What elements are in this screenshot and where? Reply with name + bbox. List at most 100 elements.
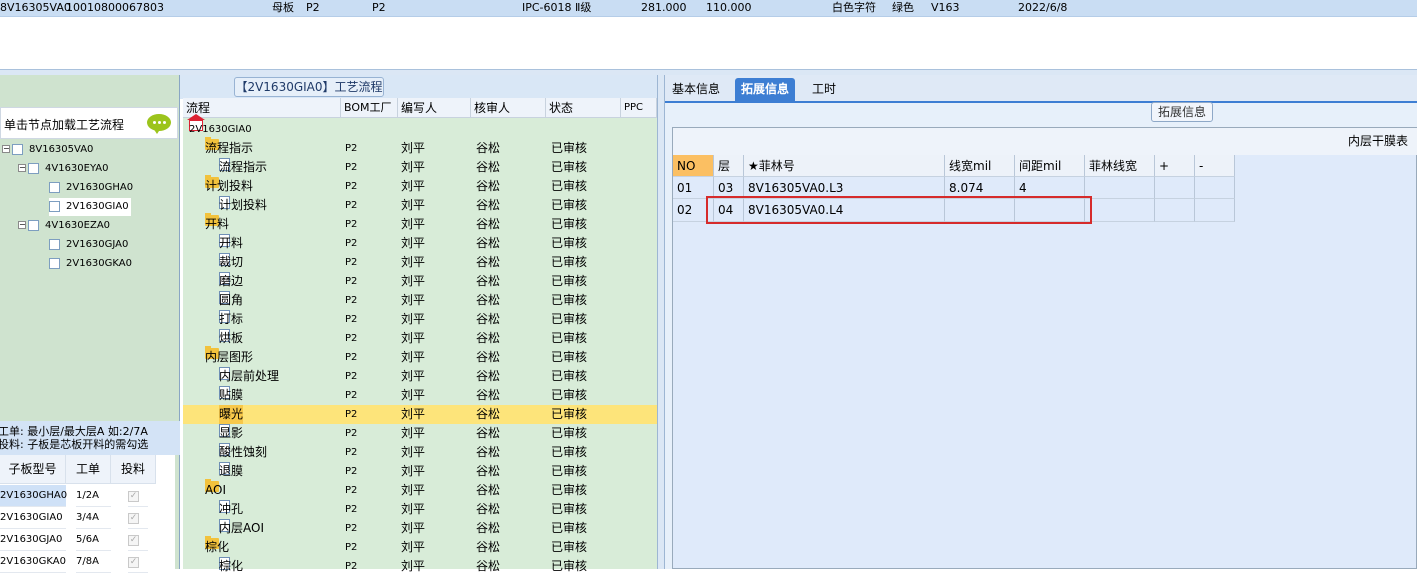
writer-cell: 刘平 [401,312,426,326]
column-header[interactable]: 工单 [66,455,111,484]
column-header[interactable]: 编写人 [398,98,471,118]
status-cell: 已审核 [551,521,588,535]
writer-cell: 刘平 [401,426,426,440]
flow-step-row[interactable]: 流程指示 P2 刘平 谷松 已审核 [183,158,657,177]
checkbox-icon[interactable] [12,143,23,155]
sub-feed-checkbox[interactable]: ✓ [128,551,148,573]
checkbox-icon[interactable] [49,257,60,269]
tab-extended-info[interactable]: 拓展信息 [735,78,796,102]
flow-step-row[interactable]: 裁切 P2 刘平 谷松 已审核 [183,253,657,272]
film-width-cell[interactable] [1085,177,1155,199]
column-header[interactable]: 子板型号 [0,455,66,484]
writer-cell: 刘平 [401,388,426,402]
load-flow-hint[interactable]: 单击节点加载工艺流程 [0,107,178,139]
flow-group-row[interactable]: −棕化P2刘平谷松已审核 [183,536,657,557]
column-header[interactable]: BOM工厂 [341,98,398,118]
writer-cell: 刘平 [401,141,426,155]
bom-cell: P2 [345,181,358,192]
column-header-layer[interactable]: 层 [714,155,744,177]
tree-node[interactable]: 2V1630GKA0 [49,255,132,273]
flow-group-row[interactable]: −AOIP2刘平谷松已审核 [183,479,657,500]
plus-cell[interactable] [1155,199,1195,222]
flow-step-name: 冲孔 [219,502,244,516]
flow-step-row[interactable]: 计划投料 P2 刘平 谷松 已审核 [183,196,657,215]
minus-cell[interactable] [1195,199,1235,222]
column-header[interactable]: 状态 [546,98,621,118]
add-column-button[interactable]: + [1155,155,1195,177]
top-data-row[interactable]: 8V16305VA0 10010800067803 母板 P2 P2 IPC-6… [0,0,1417,17]
sub-model-cell[interactable]: 2V1630GHA0 [0,485,67,507]
column-header-no[interactable]: NO [673,155,714,177]
writer-cell: 刘平 [401,502,426,516]
highlight-annotation-box [706,196,1092,224]
reviewer-cell: 谷松 [476,502,501,516]
vertical-splitter[interactable] [657,75,665,569]
film-width-cell[interactable] [1085,199,1155,222]
sub-feed-checkbox[interactable]: ✓ [128,485,148,507]
sub-order-cell[interactable]: 3/4A [76,507,111,529]
flow-step-row[interactable]: 烘板 P2 刘平 谷松 已审核 [183,329,657,348]
collapse-icon[interactable]: − [18,221,26,229]
status-cell: 已审核 [551,426,588,440]
checkbox-icon[interactable] [49,181,60,193]
flow-step-name: AOI [205,483,226,497]
sub-model-cell[interactable]: 2V1630GJA0 [0,529,66,551]
column-header[interactable]: 核审人 [471,98,546,118]
remove-column-button[interactable]: - [1195,155,1235,177]
top-cell: 281.000 [641,1,687,14]
sub-model-cell[interactable]: 2V1630GKA0 [0,551,66,573]
tab-work-hours[interactable]: 工时 [806,78,842,102]
flow-step-row[interactable]: 显影 P2 刘平 谷松 已审核 [183,424,657,443]
checkbox-icon[interactable] [28,162,39,174]
plus-cell[interactable] [1155,177,1195,199]
reviewer-cell: 谷松 [476,483,501,497]
tab-basic-info[interactable]: 基本信息 [666,78,726,102]
flow-step-name: 计划投料 [219,198,268,212]
flow-step-row[interactable]: 冲孔 P2 刘平 谷松 已审核 [183,500,657,519]
flow-step-row[interactable]: 磨边 P2 刘平 谷松 已审核 [183,272,657,291]
sub-order-cell[interactable]: 7/8A [76,551,111,573]
flow-group-row[interactable]: −计划投料P2刘平谷松已审核 [183,175,657,196]
checkbox-icon[interactable] [28,219,39,231]
collapse-icon[interactable]: − [2,145,10,153]
sub-order-cell[interactable]: 1/2A [76,485,111,507]
tree-node[interactable]: 2V1630GJA0 [49,236,128,254]
column-header-width[interactable]: 线宽mil [945,155,1015,177]
checkbox-icon[interactable] [49,238,60,250]
column-header-spacing[interactable]: 间距mil [1015,155,1085,177]
flow-step-row[interactable]: 酸性蚀刻 P2 刘平 谷松 已审核 [183,443,657,462]
column-header-film[interactable]: ★菲林号 [744,155,945,177]
tree-node[interactable]: −4V1630EZA0 [18,217,110,235]
flow-step-row[interactable]: 贴膜 P2 刘平 谷松 已审核 [183,386,657,405]
column-header[interactable]: 投料 [111,455,156,484]
tree-node[interactable]: 2V1630GHA0 [49,179,133,197]
flow-step-row[interactable]: 退膜 P2 刘平 谷松 已审核 [183,462,657,481]
flow-step-row[interactable]: 圆角 P2 刘平 谷松 已审核 [183,291,657,310]
flow-root-row[interactable]: −2V1630GIA0 [183,114,657,139]
flow-step-row[interactable]: 打标 P2 刘平 谷松 已审核 [183,310,657,329]
flow-group-row[interactable]: −内层图形P2刘平谷松已审核 [183,346,657,367]
column-header-film-width[interactable]: 菲林线宽 [1085,155,1155,177]
column-header[interactable]: PPC [621,98,657,118]
tree-node-selected[interactable]: 2V1630GIA0 [49,198,131,216]
sub-feed-checkbox[interactable]: ✓ [128,529,148,551]
flow-step-row[interactable]: 棕化 P2 刘平 谷松 已审核 [183,557,657,576]
tree-node[interactable]: −4V1630EYA0 [18,160,109,178]
flow-group-row[interactable]: −流程指示P2刘平谷松已审核 [183,137,657,158]
tree-node-root[interactable]: −8V16305VA0 [2,141,93,159]
flow-step-row[interactable]: 曝光 P2 刘平 谷松 已审核 [183,405,657,424]
collapse-icon[interactable]: − [18,164,26,172]
flow-group-row[interactable]: −开料P2刘平谷松已审核 [183,213,657,234]
sub-feed-checkbox[interactable]: ✓ [128,507,148,529]
column-header[interactable]: 流程 [183,98,341,118]
flow-step-row[interactable]: 内层AOI P2 刘平 谷松 已审核 [183,519,657,538]
minus-cell[interactable] [1195,177,1235,199]
checkbox-icon[interactable] [49,200,60,212]
writer-cell: 刘平 [401,160,426,174]
reviewer-cell: 谷松 [476,540,501,554]
sub-model-cell[interactable]: 2V1630GIA0 [0,507,66,529]
flow-step-row[interactable]: 开料 P2 刘平 谷松 已审核 [183,234,657,253]
sub-order-cell[interactable]: 5/6A [76,529,111,551]
flow-step-row[interactable]: 内层前处理 P2 刘平 谷松 已审核 [183,367,657,386]
reviewer-cell: 谷松 [476,236,501,250]
